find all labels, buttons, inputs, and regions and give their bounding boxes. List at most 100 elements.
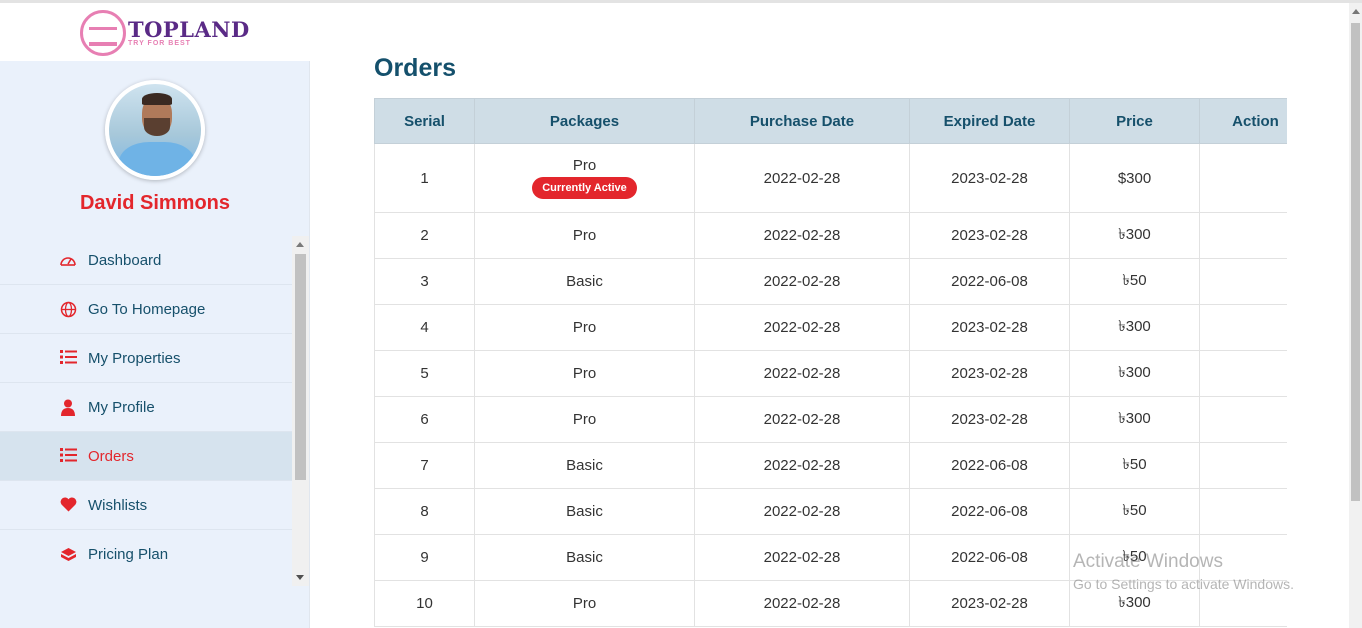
price-cell: ৳300 bbox=[1069, 350, 1200, 397]
price-cell: ৳50 bbox=[1069, 258, 1200, 305]
speedometer-icon bbox=[58, 252, 78, 270]
package-cell: Basic bbox=[474, 488, 695, 535]
logo[interactable]: TOPLAND TRY FOR BEST bbox=[0, 3, 310, 61]
purchase-date-cell: 2022-02-28 bbox=[694, 350, 910, 397]
table-row: 2 Pro 2022-02-28 2023-02-28 ৳300 bbox=[374, 212, 1287, 259]
page-scrollbar[interactable] bbox=[1349, 3, 1362, 628]
column-header-serial: Serial bbox=[374, 98, 475, 144]
package-name: Pro bbox=[572, 227, 597, 244]
package-cell: Pro bbox=[474, 580, 695, 627]
table-row: 8 Basic 2022-02-28 2022-06-08 ৳50 bbox=[374, 488, 1287, 535]
purchase-date-cell: 2022-02-28 bbox=[694, 534, 910, 581]
action-cell bbox=[1199, 304, 1287, 351]
action-cell bbox=[1199, 212, 1287, 259]
serial-cell: 10 bbox=[374, 580, 475, 627]
purchase-date-cell: 2022-02-28 bbox=[694, 442, 910, 489]
expired-date-cell: 2023-02-28 bbox=[909, 304, 1070, 351]
scroll-up-arrow-icon[interactable] bbox=[296, 242, 304, 247]
package-name: Basic bbox=[566, 457, 603, 474]
brand-tagline: TRY FOR BEST bbox=[128, 40, 191, 47]
column-header-action: Action bbox=[1199, 98, 1287, 144]
package-name: Pro bbox=[572, 411, 597, 428]
action-cell bbox=[1199, 258, 1287, 305]
action-cell bbox=[1199, 442, 1287, 489]
table-row: 5 Pro 2022-02-28 2023-02-28 ৳300 bbox=[374, 350, 1287, 397]
expired-date-cell: 2022-06-08 bbox=[909, 258, 1070, 305]
column-header-purchase-date: Purchase Date bbox=[694, 98, 910, 144]
sidebar-item-dashboard[interactable]: Dashboard bbox=[0, 236, 292, 285]
package-cell: Pro bbox=[474, 304, 695, 351]
scroll-thumb[interactable] bbox=[295, 254, 306, 480]
serial-cell: 7 bbox=[374, 442, 475, 489]
price-cell: ৳50 bbox=[1069, 488, 1200, 535]
serial-cell: 1 bbox=[374, 143, 475, 213]
avatar bbox=[105, 80, 205, 180]
expired-date-cell: 2023-02-28 bbox=[909, 212, 1070, 259]
globe-icon bbox=[58, 301, 78, 319]
package-name: Pro bbox=[572, 595, 597, 612]
heart-icon bbox=[58, 497, 78, 515]
package-icon bbox=[58, 546, 78, 564]
package-name: Basic bbox=[566, 549, 603, 566]
serial-cell: 6 bbox=[374, 396, 475, 443]
expired-date-cell: 2023-02-28 bbox=[909, 580, 1070, 627]
status-badge: Currently Active bbox=[532, 177, 637, 199]
scroll-down-arrow-icon[interactable] bbox=[296, 575, 304, 580]
package-cell: Pro Currently Active bbox=[474, 143, 695, 213]
table-row: 3 Basic 2022-02-28 2022-06-08 ৳50 bbox=[374, 258, 1287, 305]
package-name: Basic bbox=[566, 273, 603, 290]
table-row: 7 Basic 2022-02-28 2022-06-08 ৳50 bbox=[374, 442, 1287, 489]
sidebar-item-label: Orders bbox=[88, 447, 134, 465]
purchase-date-cell: 2022-02-28 bbox=[694, 304, 910, 351]
sidebar-item-wishlists[interactable]: Wishlists bbox=[0, 481, 292, 530]
sidebar-menu: Dashboard Go To Homepage My Properties M… bbox=[0, 236, 292, 578]
purchase-date-cell: 2022-02-28 bbox=[694, 488, 910, 535]
purchase-date-cell: 2022-02-28 bbox=[694, 580, 910, 627]
table-row: 4 Pro 2022-02-28 2023-02-28 ৳300 bbox=[374, 304, 1287, 351]
list-icon bbox=[58, 350, 78, 368]
price-cell: $300 bbox=[1069, 143, 1200, 213]
action-cell bbox=[1199, 350, 1287, 397]
price-cell: ৳300 bbox=[1069, 396, 1200, 443]
package-cell: Basic bbox=[474, 442, 695, 489]
column-header-packages: Packages bbox=[474, 98, 695, 144]
scroll-thumb[interactable] bbox=[1351, 23, 1360, 501]
sidebar-item-orders[interactable]: Orders bbox=[0, 432, 292, 481]
logo-mark-icon bbox=[80, 10, 126, 56]
expired-date-cell: 2022-06-08 bbox=[909, 534, 1070, 581]
page-title: Orders bbox=[374, 54, 456, 82]
sidebar-item-label: Pricing Plan bbox=[88, 545, 169, 563]
orders-table-container: Serial Packages Purchase Date Expired Da… bbox=[374, 98, 1287, 628]
package-cell: Basic bbox=[474, 258, 695, 305]
expired-date-cell: 2023-02-28 bbox=[909, 396, 1070, 443]
column-header-price: Price bbox=[1069, 98, 1200, 144]
sidebar-item-my-properties[interactable]: My Properties bbox=[0, 334, 292, 383]
table-header-row: Serial Packages Purchase Date Expired Da… bbox=[374, 98, 1287, 144]
action-cell bbox=[1199, 396, 1287, 443]
package-cell: Pro bbox=[474, 212, 695, 259]
expired-date-cell: 2023-02-28 bbox=[909, 143, 1070, 213]
scroll-up-arrow-icon[interactable] bbox=[1352, 9, 1360, 14]
sidebar-item-pricing-plan[interactable]: Pricing Plan bbox=[0, 530, 292, 578]
serial-cell: 4 bbox=[374, 304, 475, 351]
sidebar-scrollbar[interactable] bbox=[292, 236, 309, 586]
brand-name: TOPLAND bbox=[128, 17, 250, 42]
purchase-date-cell: 2022-02-28 bbox=[694, 212, 910, 259]
watermark-subtitle: Go to Settings to activate Windows. bbox=[1073, 576, 1294, 592]
package-cell: Pro bbox=[474, 350, 695, 397]
package-name: Pro bbox=[572, 319, 597, 336]
column-header-expired-date: Expired Date bbox=[909, 98, 1070, 144]
sidebar-item-label: Wishlists bbox=[88, 496, 148, 514]
package-name: Basic bbox=[566, 503, 603, 520]
purchase-date-cell: 2022-02-28 bbox=[694, 396, 910, 443]
purchase-date-cell: 2022-02-28 bbox=[694, 258, 910, 305]
sidebar-item-label: Go To Homepage bbox=[88, 300, 206, 318]
sidebar-item-label: My Properties bbox=[88, 349, 181, 367]
table-row: 6 Pro 2022-02-28 2023-02-28 ৳300 bbox=[374, 396, 1287, 443]
sidebar-item-homepage[interactable]: Go To Homepage bbox=[0, 285, 292, 334]
table-row: 1 Pro Currently Active 2022-02-28 2023-02-28… bbox=[374, 143, 1287, 213]
user-icon bbox=[58, 399, 78, 417]
serial-cell: 9 bbox=[374, 534, 475, 581]
action-cell bbox=[1199, 143, 1287, 213]
sidebar-item-my-profile[interactable]: My Profile bbox=[0, 383, 292, 432]
